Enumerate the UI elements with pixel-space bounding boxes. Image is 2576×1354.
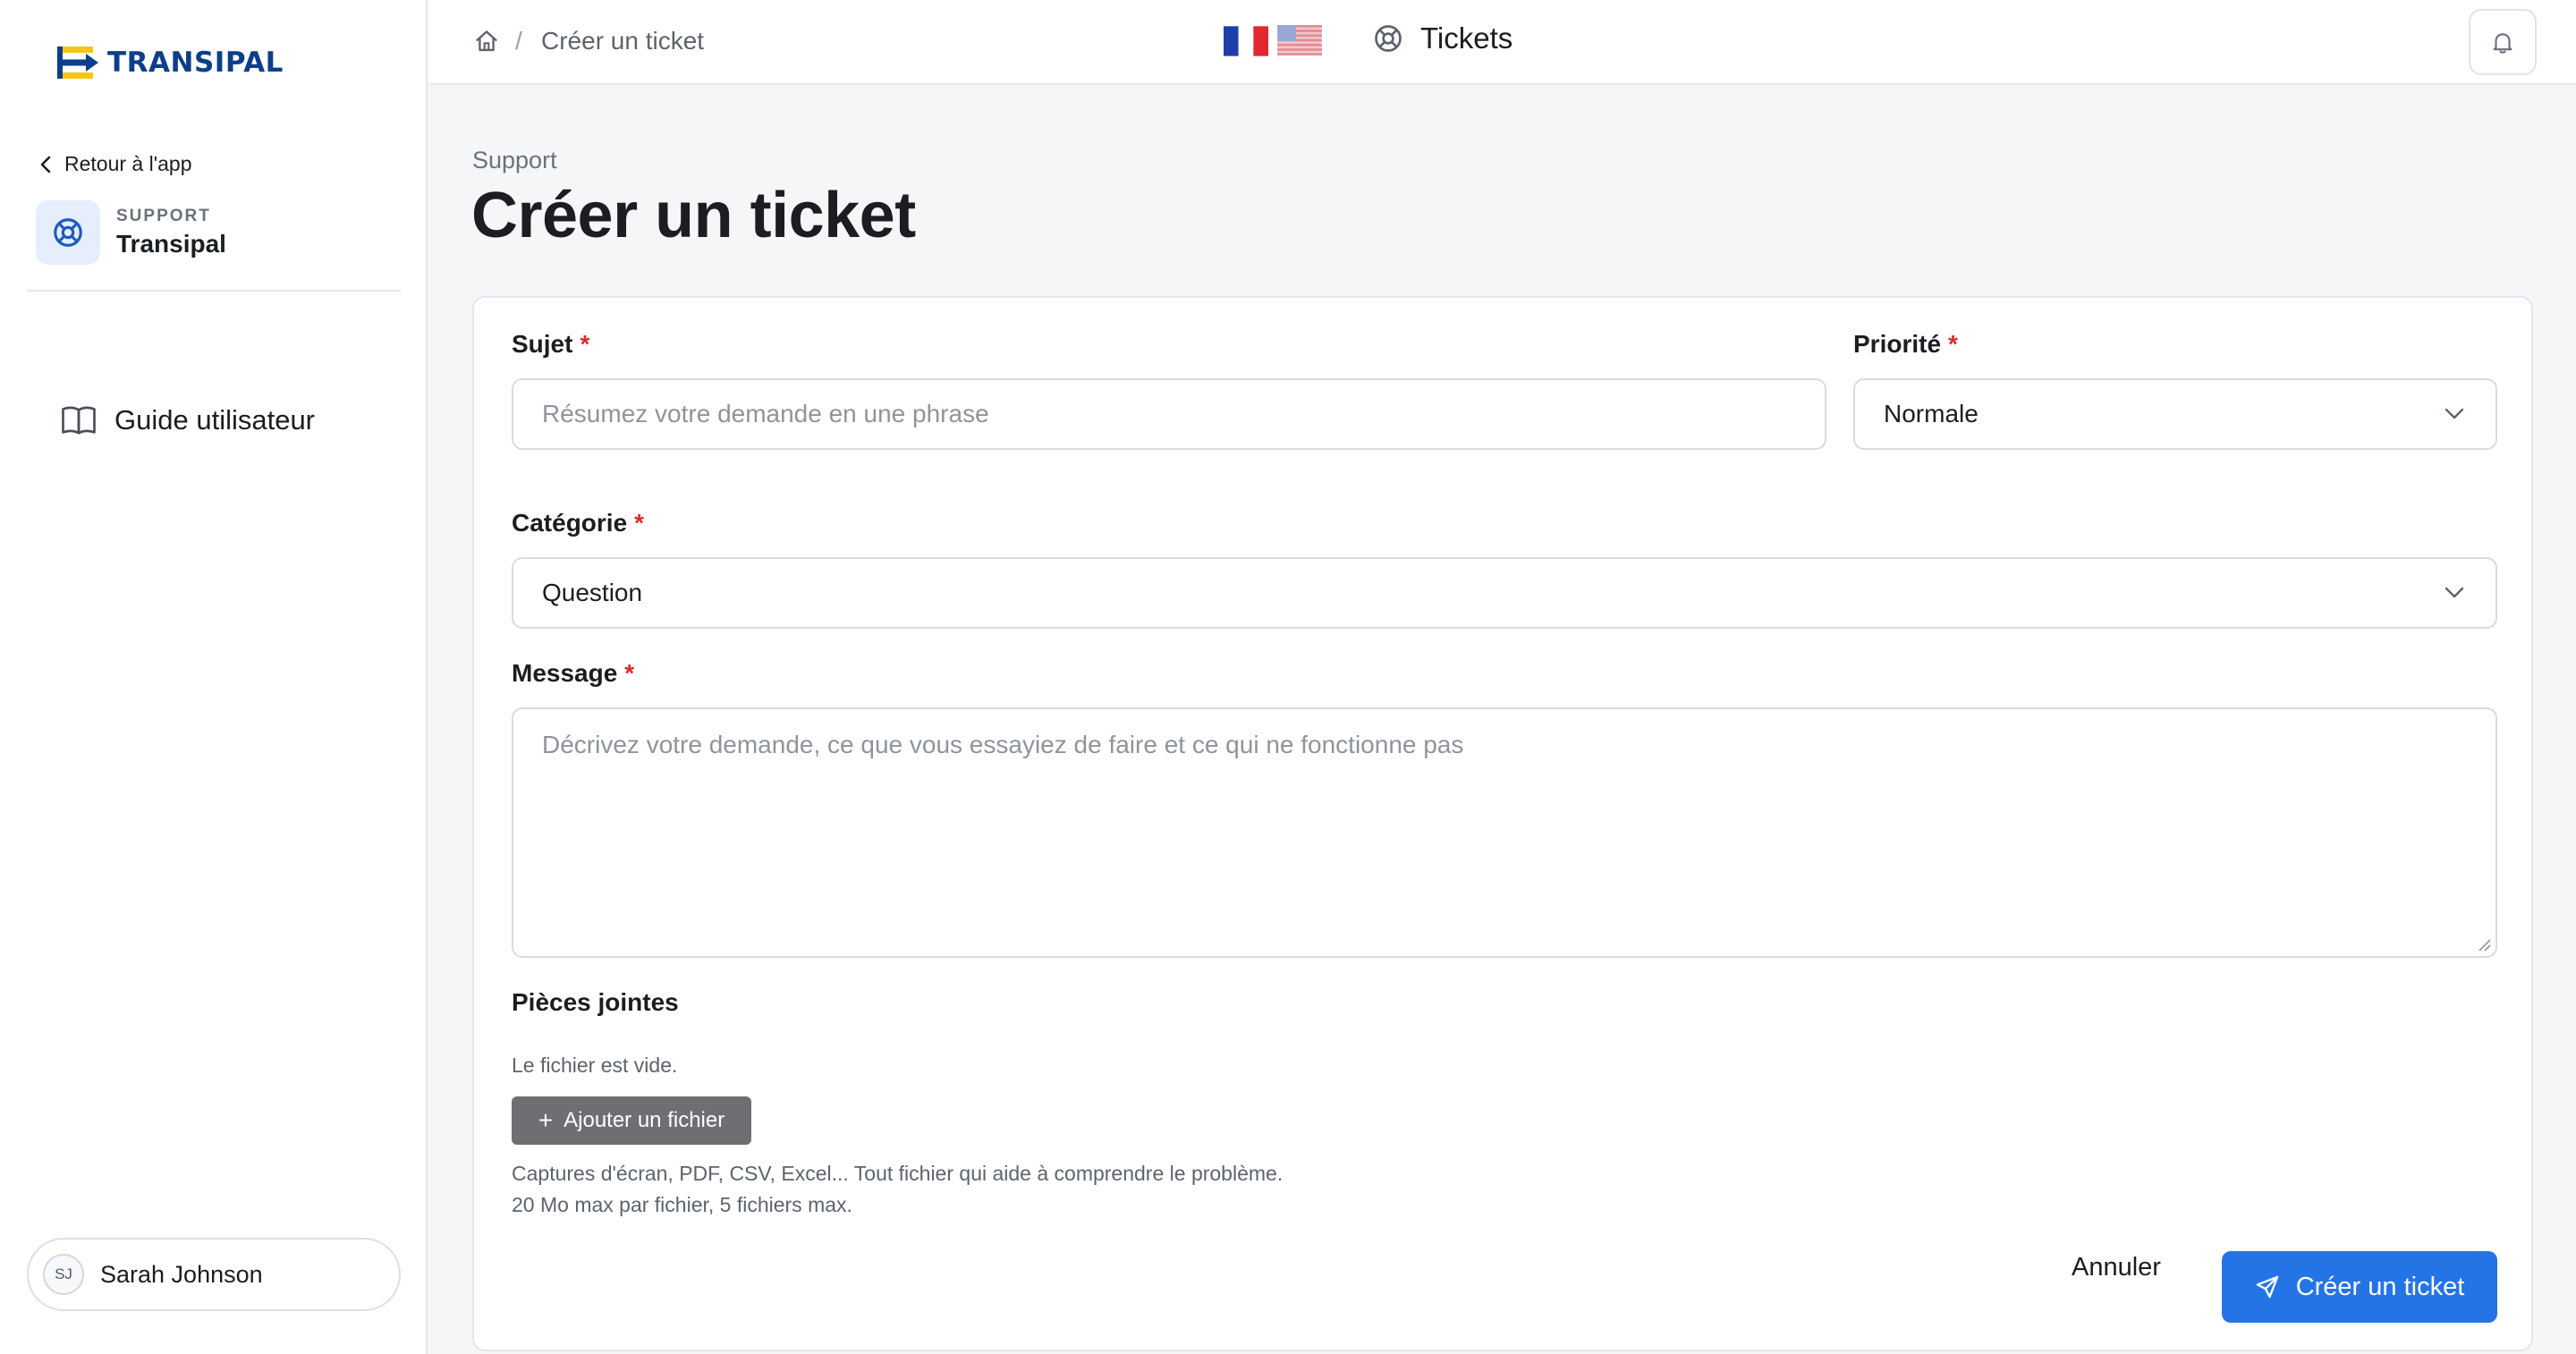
back-to-app-link[interactable]: Retour à l'app bbox=[39, 152, 191, 176]
chevron-left-icon bbox=[40, 156, 51, 173]
create-ticket-button[interactable]: Créer un ticket bbox=[2222, 1251, 2497, 1323]
priority-select[interactable]: Normale bbox=[1853, 378, 2497, 450]
priority-label: Priorité * bbox=[1853, 330, 1958, 359]
support-workspace-name: Transipal bbox=[116, 230, 226, 258]
tickets-link[interactable]: Tickets bbox=[1372, 21, 1513, 55]
breadcrumb-current: Créer un ticket bbox=[541, 27, 705, 55]
sidebar-item-label: Guide utilisateur bbox=[114, 404, 316, 436]
sidebar-item-user-guide[interactable]: Guide utilisateur bbox=[61, 404, 315, 436]
required-marker: * bbox=[580, 330, 590, 358]
support-tag: SUPPORT bbox=[116, 207, 211, 225]
subject-input[interactable]: Résumez votre demande en une phrase bbox=[512, 378, 1826, 450]
category-label: Catégorie * bbox=[512, 509, 644, 537]
required-marker: * bbox=[634, 509, 645, 537]
user-name: Sarah Johnson bbox=[100, 1260, 263, 1288]
topbar: / Créer un ticket Tickets bbox=[429, 0, 2576, 85]
back-link-label: Retour à l'app bbox=[64, 152, 192, 175]
ticket-form-card: Sujet * Résumez votre demande en une phra… bbox=[472, 296, 2533, 1351]
sidebar: TRANSIPAL Retour à l'app SUPPORT Transip… bbox=[0, 0, 428, 1354]
brand-name: TRANSIPAL bbox=[107, 47, 284, 79]
create-ticket-label: Créer un ticket bbox=[2295, 1272, 2465, 1301]
priority-selected-value: Normale bbox=[1884, 400, 1979, 427]
flag-fr-icon[interactable] bbox=[1224, 25, 1268, 57]
required-marker: * bbox=[624, 659, 635, 687]
send-icon bbox=[2256, 1275, 2278, 1299]
lifebuoy-icon bbox=[1375, 25, 1402, 52]
add-file-label: Ajouter un fichier bbox=[564, 1108, 725, 1132]
subject-placeholder: Résumez votre demande en une phrase bbox=[542, 400, 989, 427]
user-menu-button[interactable]: SJ Sarah Johnson bbox=[27, 1238, 401, 1311]
page-overline: Support bbox=[472, 147, 557, 173]
notifications-button[interactable] bbox=[2469, 9, 2537, 75]
category-label-text: Catégorie bbox=[512, 509, 628, 537]
resize-handle-icon[interactable] bbox=[2476, 936, 2492, 952]
book-open-icon bbox=[62, 406, 96, 435]
flag-us-icon[interactable] bbox=[1277, 25, 1322, 55]
transipal-logo-icon bbox=[57, 47, 98, 79]
message-textarea[interactable]: Décrivez votre demande, ce que vous essa… bbox=[512, 707, 2497, 958]
support-workspace-card: SUPPORT Transipal bbox=[36, 200, 226, 265]
bell-icon bbox=[2493, 33, 2512, 54]
plus-icon: + bbox=[538, 1106, 554, 1134]
add-file-button[interactable]: + Ajouter un fichier bbox=[512, 1096, 751, 1145]
subject-label: Sujet * bbox=[512, 330, 589, 359]
home-icon[interactable] bbox=[474, 29, 499, 54]
cancel-button[interactable]: Annuler bbox=[2072, 1253, 2161, 1282]
tickets-link-label: Tickets bbox=[1420, 21, 1513, 55]
message-placeholder: Décrivez votre demande, ce que vous essa… bbox=[542, 731, 1464, 758]
chevron-down-icon bbox=[2445, 587, 2464, 598]
attachments-hint-limits: 20 Mo max par fichier, 5 fichiers max. bbox=[512, 1193, 852, 1216]
page-title: Créer un ticket bbox=[471, 180, 916, 251]
avatar: SJ bbox=[43, 1254, 84, 1295]
chevron-down-icon bbox=[2445, 408, 2464, 419]
message-label-text: Message bbox=[512, 659, 618, 687]
subject-label-text: Sujet bbox=[512, 330, 573, 358]
brand-logo[interactable]: TRANSIPAL bbox=[55, 43, 284, 82]
breadcrumb-separator: / bbox=[515, 27, 522, 55]
required-marker: * bbox=[1948, 330, 1958, 358]
message-label: Message * bbox=[512, 659, 634, 688]
attachments-hint-types: Captures d'écran, PDF, CSV, Excel... Tou… bbox=[512, 1162, 1284, 1185]
attachments-title: Pièces jointes bbox=[512, 988, 679, 1016]
attachments-empty-text: Le fichier est vide. bbox=[512, 1054, 678, 1077]
priority-label-text: Priorité bbox=[1853, 330, 1942, 358]
category-select[interactable]: Question bbox=[512, 557, 2497, 629]
sidebar-divider bbox=[27, 290, 401, 292]
lifebuoy-icon bbox=[54, 218, 82, 247]
category-selected-value: Question bbox=[542, 579, 643, 606]
support-icon-box bbox=[36, 200, 100, 265]
